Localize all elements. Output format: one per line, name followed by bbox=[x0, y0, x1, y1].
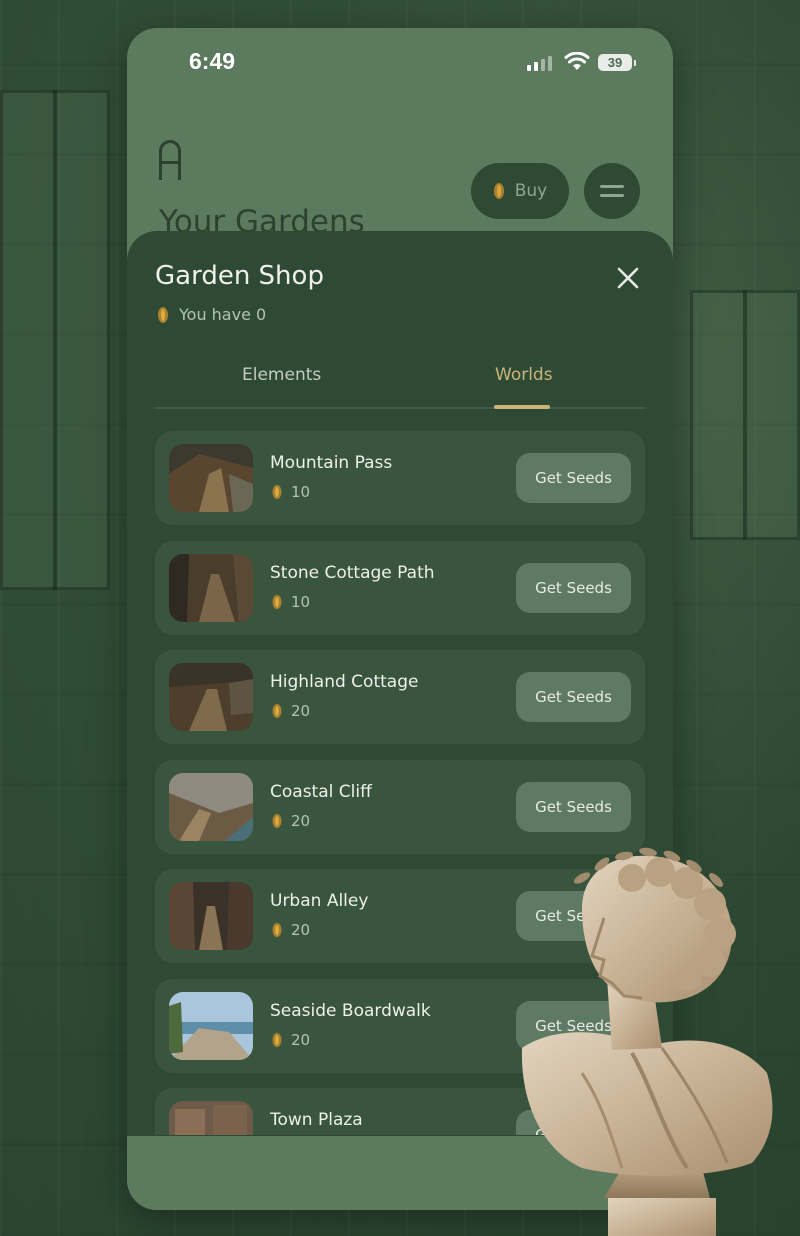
world-thumbnail bbox=[169, 663, 253, 731]
world-thumbnail bbox=[169, 992, 253, 1060]
seed-icon bbox=[272, 704, 282, 718]
seed-icon bbox=[272, 814, 282, 828]
world-name: Stone Cottage Path bbox=[270, 563, 435, 583]
close-icon[interactable] bbox=[617, 267, 639, 289]
tab-elements[interactable]: Elements bbox=[242, 365, 321, 385]
get-seeds-button[interactable]: Get Seeds bbox=[516, 672, 631, 722]
world-thumbnail bbox=[169, 882, 253, 950]
world-price: 10 bbox=[272, 483, 310, 501]
price-value: 20 bbox=[291, 1031, 311, 1049]
active-tab-indicator bbox=[494, 405, 550, 409]
background-window bbox=[690, 290, 800, 540]
seed-icon bbox=[158, 306, 168, 323]
menu-icon bbox=[600, 185, 624, 188]
signal-icon bbox=[527, 56, 552, 71]
menu-button[interactable] bbox=[584, 163, 640, 219]
price-value: 20 bbox=[291, 921, 311, 939]
get-seeds-button[interactable]: Get Seeds bbox=[516, 782, 631, 832]
sheet-title: Garden Shop bbox=[155, 261, 324, 291]
seed-icon bbox=[493, 183, 504, 199]
get-seeds-button[interactable]: Get Seeds bbox=[516, 563, 631, 613]
price-value: 10 bbox=[291, 483, 311, 501]
buy-label: Buy bbox=[514, 181, 548, 201]
status-time: 6:49 bbox=[189, 48, 236, 74]
world-thumbnail bbox=[169, 773, 253, 841]
seed-icon bbox=[272, 923, 282, 937]
list-item: Highland Cottage 20 Get Seeds bbox=[155, 650, 645, 744]
world-name: Urban Alley bbox=[270, 891, 369, 911]
buy-button[interactable]: Buy bbox=[471, 163, 569, 219]
world-price: 20 bbox=[272, 921, 310, 939]
world-price: 20 bbox=[272, 1031, 310, 1049]
shop-tabs: Elements Worlds bbox=[155, 351, 645, 409]
get-seeds-button[interactable]: Get Seeds bbox=[516, 453, 631, 503]
price-value: 20 bbox=[291, 812, 311, 830]
seed-balance: You have 0 bbox=[157, 305, 266, 324]
seed-icon bbox=[272, 485, 282, 499]
battery-icon: 39 bbox=[598, 54, 636, 71]
wifi-icon bbox=[564, 52, 590, 70]
world-price: 20 bbox=[272, 812, 310, 830]
background-window bbox=[0, 90, 110, 590]
seed-icon bbox=[272, 1033, 282, 1047]
world-name: Mountain Pass bbox=[270, 453, 393, 473]
list-item: Stone Cottage Path 10 Get Seeds bbox=[155, 541, 645, 635]
world-thumbnail bbox=[169, 444, 253, 512]
app-logo bbox=[159, 140, 181, 180]
list-item: Mountain Pass 10 Get Seeds bbox=[155, 431, 645, 525]
classical-bust-image bbox=[521, 847, 773, 1236]
price-value: 20 bbox=[291, 702, 311, 720]
world-price: 10 bbox=[272, 593, 310, 611]
price-value: 10 bbox=[291, 593, 311, 611]
seed-icon bbox=[272, 595, 282, 609]
world-price: 20 bbox=[272, 702, 310, 720]
world-name: Town Plaza bbox=[270, 1110, 363, 1130]
world-name: Highland Cottage bbox=[270, 672, 419, 692]
world-name: Coastal Cliff bbox=[270, 782, 372, 802]
world-name: Seaside Boardwalk bbox=[270, 1001, 431, 1021]
balance-label: You have 0 bbox=[179, 305, 267, 324]
tab-worlds[interactable]: Worlds bbox=[495, 365, 553, 385]
world-thumbnail bbox=[169, 554, 253, 622]
world-thumbnail bbox=[169, 1101, 253, 1135]
status-bar: 6:49 39 bbox=[127, 28, 673, 98]
